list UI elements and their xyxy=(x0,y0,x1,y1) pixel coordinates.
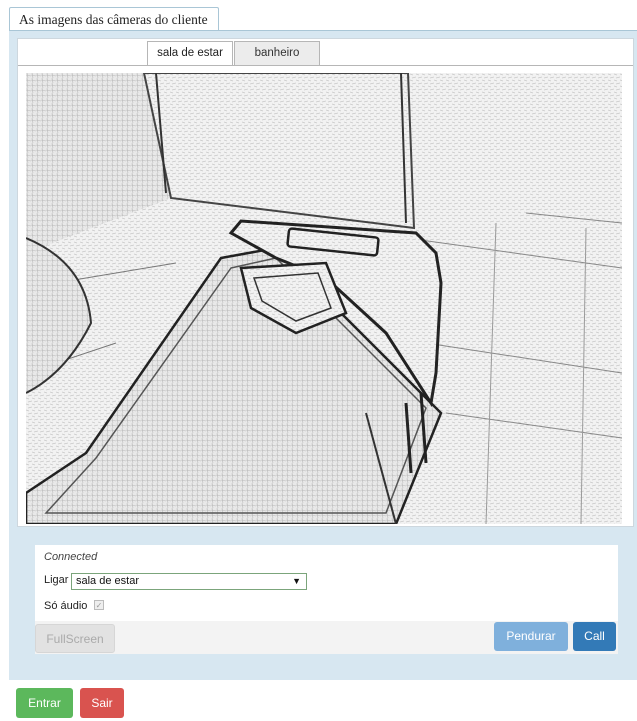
entrar-button[interactable]: Entrar xyxy=(16,688,73,718)
call-controls: Connected Ligar sala de estar ▼ Só áudio… xyxy=(35,545,618,654)
audio-only-checkbox[interactable]: ✓ xyxy=(94,600,104,610)
pendurar-button[interactable]: Pendurar xyxy=(494,622,568,651)
sair-button[interactable]: Sair xyxy=(80,688,124,718)
tab-sala-de-estar[interactable]: sala de estar xyxy=(147,41,233,65)
camera-feed xyxy=(26,73,622,524)
camera-tabs: sala de estar banheiro xyxy=(147,41,320,65)
tab-banheiro[interactable]: banheiro xyxy=(234,41,320,65)
ligar-select[interactable]: sala de estar ▼ xyxy=(71,573,307,590)
call-button[interactable]: Call xyxy=(573,622,616,651)
fullscreen-button[interactable]: FullScreen xyxy=(35,624,115,653)
audio-only-label: Só áudio xyxy=(44,600,88,612)
ligar-selected-value: sala de estar xyxy=(76,575,139,587)
camera-feed-image xyxy=(26,73,622,524)
ligar-label: Ligar xyxy=(44,574,69,586)
window-title-tab: As imagens das câmeras do cliente xyxy=(9,7,219,31)
controls-info: Connected Ligar sala de estar ▼ Só áudio… xyxy=(35,545,618,621)
tabs-divider xyxy=(18,65,633,66)
connection-status: Connected xyxy=(44,551,98,563)
dropdown-arrow-icon: ▼ xyxy=(292,576,301,586)
